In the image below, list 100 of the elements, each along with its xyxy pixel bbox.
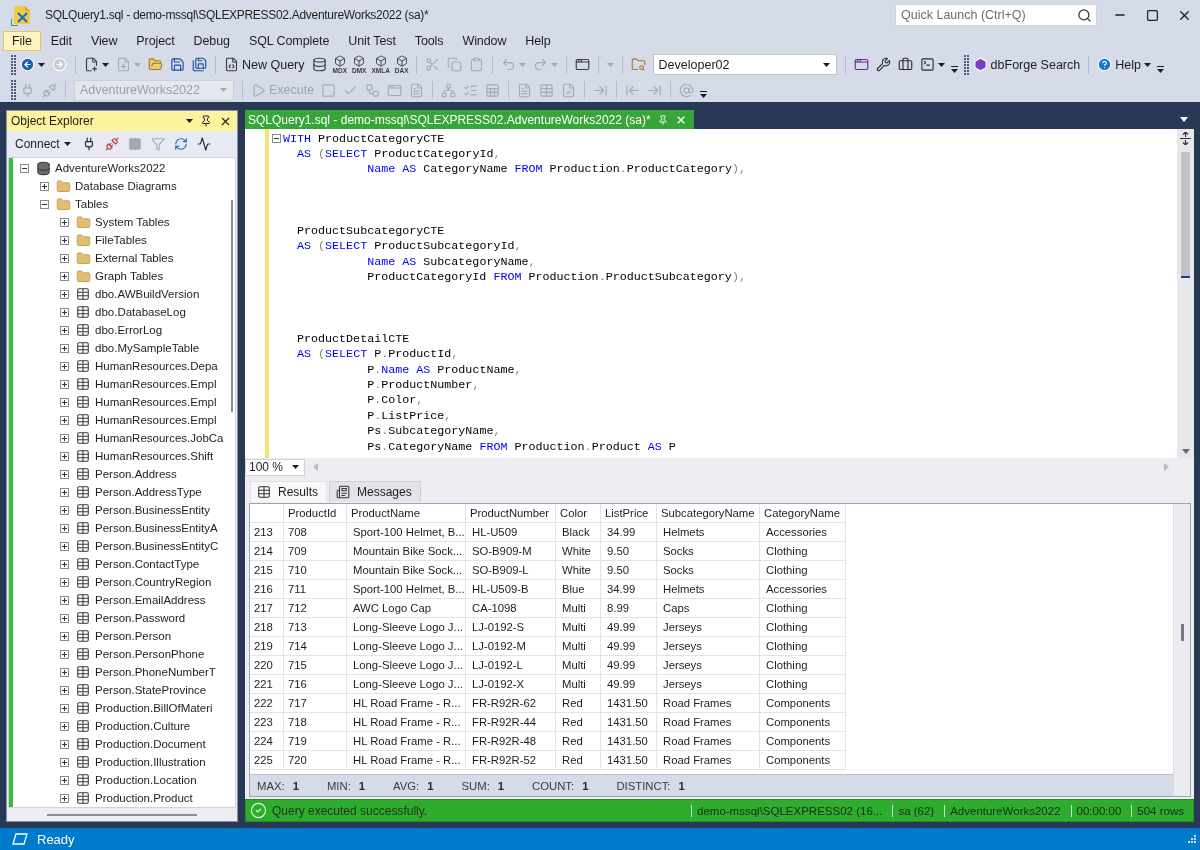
expand-icon[interactable] — [60, 361, 69, 371]
tree-item[interactable]: HumanResources.Empl — [95, 414, 217, 426]
tree-item[interactable]: dbo.ErrorLog — [95, 324, 163, 336]
vertical-scrollbar[interactable] — [1177, 129, 1194, 458]
expand-icon[interactable] — [60, 397, 69, 407]
expand-icon[interactable] — [60, 487, 69, 497]
grip-icon[interactable] — [11, 80, 16, 100]
vertical-scrollbar[interactable] — [1173, 504, 1190, 796]
tree-item[interactable]: FileTables — [95, 234, 147, 246]
panel-menu-icon[interactable] — [186, 119, 193, 123]
menu-item[interactable]: Tools — [405, 30, 453, 51]
expand-icon[interactable] — [60, 559, 69, 569]
grip-icon[interactable] — [963, 54, 969, 75]
tree-item[interactable]: Person.PhoneNumberT — [95, 666, 216, 678]
collapse-icon[interactable] — [40, 199, 49, 209]
tab-list-icon[interactable] — [1180, 117, 1188, 122]
scrollbar-thumb[interactable] — [1181, 152, 1190, 278]
expand-icon[interactable] — [60, 793, 69, 803]
expand-icon[interactable] — [60, 235, 69, 245]
tree-item[interactable]: Production.Illustration — [95, 756, 206, 768]
pulse-icon[interactable] — [196, 137, 211, 151]
expand-icon[interactable] — [60, 721, 69, 731]
expand-icon[interactable] — [60, 595, 69, 605]
menu-item[interactable]: Window — [453, 30, 516, 51]
tree-item[interactable]: HumanResources.JobCa — [95, 432, 224, 444]
tree-item[interactable]: Person.BusinessEntityA — [95, 522, 218, 534]
tree-item[interactable]: Production.Product — [95, 792, 193, 804]
collapse-icon[interactable] — [272, 134, 281, 144]
menu-item[interactable]: Unit Test — [339, 30, 405, 51]
results-tab[interactable]: Results — [250, 481, 327, 502]
tree-item[interactable]: HumanResources.Empl — [95, 378, 217, 390]
tree-item[interactable]: Person.CountryRegion — [95, 576, 212, 588]
expand-icon[interactable] — [60, 307, 69, 317]
scrollbar-thumb[interactable] — [1180, 624, 1184, 641]
scrollbar-thumb[interactable] — [47, 813, 197, 816]
expand-icon[interactable] — [60, 775, 69, 785]
tree-item[interactable]: AdventureWorks2022 — [55, 162, 166, 174]
new-query-button[interactable]: New Query — [221, 53, 308, 76]
resize-grip-icon[interactable] — [1188, 835, 1196, 843]
connect-button[interactable]: Connect — [13, 137, 73, 151]
column-header[interactable]: ListPrice — [601, 504, 657, 523]
quick-launch-field[interactable]: Quick Launch (Ctrl+Q) — [895, 4, 1097, 26]
expand-icon[interactable] — [60, 667, 69, 677]
dropdown-field[interactable]: Developer02 — [652, 54, 837, 75]
tree-item[interactable]: Person.StateProvince — [95, 684, 207, 696]
tree-item[interactable]: Production.BillOfMateri — [95, 702, 213, 714]
help-button[interactable]: Help — [1094, 53, 1154, 76]
expand-icon[interactable] — [60, 325, 69, 335]
expand-icon[interactable] — [40, 181, 49, 191]
tree-item[interactable]: Person.ContactType — [95, 558, 200, 570]
tree-item[interactable]: Person.Password — [95, 612, 186, 624]
expand-icon[interactable] — [60, 739, 69, 749]
tree-item[interactable]: HumanResources.Shift — [95, 450, 214, 462]
tree-item[interactable]: Person.PersonPhone — [95, 648, 205, 660]
expand-icon[interactable] — [60, 631, 69, 641]
column-header[interactable]: SubcategoryName — [657, 504, 760, 523]
collapse-icon[interactable] — [20, 163, 29, 173]
tree-item[interactable]: Person.Address — [95, 468, 177, 480]
expand-icon[interactable] — [60, 541, 69, 551]
expand-icon[interactable] — [60, 343, 69, 353]
tree-item[interactable]: dbo.MySampleTable — [95, 342, 200, 354]
tree-item[interactable]: Production.Culture — [95, 720, 191, 732]
tree-item[interactable]: Tables — [75, 198, 109, 210]
column-header[interactable]: ProductName — [347, 504, 466, 523]
tree-item[interactable]: Person.BusinessEntity — [95, 504, 211, 516]
tree-item[interactable]: External Tables — [95, 252, 174, 264]
tree-item[interactable]: Person.Person — [95, 630, 172, 642]
column-header[interactable]: ProductNumber — [466, 504, 556, 523]
menu-item[interactable]: View — [81, 30, 127, 51]
tree-item[interactable]: System Tables — [95, 216, 170, 228]
tree-item[interactable]: dbo.DatabaseLog — [95, 306, 186, 318]
tree-item[interactable]: HumanResources.Depa — [95, 360, 218, 372]
tree-item[interactable]: dbo.AWBuildVersion — [95, 288, 200, 300]
expand-icon[interactable] — [60, 613, 69, 623]
menu-item[interactable]: Project — [127, 30, 184, 51]
expand-icon[interactable] — [60, 469, 69, 479]
column-header[interactable]: ProductId — [284, 504, 347, 523]
expand-icon[interactable] — [60, 217, 69, 227]
tree-item[interactable]: Person.AddressType — [95, 486, 202, 498]
tree-item[interactable]: Production.Location — [95, 774, 197, 786]
expand-icon[interactable] — [60, 523, 69, 533]
tree-item[interactable]: Graph Tables — [95, 270, 164, 282]
menu-item[interactable]: Debug — [184, 30, 239, 51]
column-header[interactable]: CategoryName — [760, 504, 846, 523]
dbforge-search-button[interactable]: dbForge Search — [969, 53, 1084, 76]
tree-item[interactable]: HumanResources.Empl — [95, 396, 217, 408]
expand-icon[interactable] — [60, 271, 69, 281]
tree-item[interactable]: Database Diagrams — [75, 180, 177, 192]
unplug-icon[interactable] — [104, 137, 119, 151]
column-header[interactable]: Color — [556, 504, 601, 523]
scrollbar-thumb[interactable] — [230, 200, 233, 412]
scroll-down-icon[interactable] — [1181, 449, 1190, 454]
zoom-dropdown[interactable]: 100 % — [245, 458, 305, 476]
expand-icon[interactable] — [60, 415, 69, 425]
expand-icon[interactable] — [60, 703, 69, 713]
expand-icon[interactable] — [60, 649, 69, 659]
menu-item[interactable]: SQL Complete — [239, 30, 339, 51]
expand-icon[interactable] — [60, 757, 69, 767]
search-icon[interactable] — [1077, 7, 1092, 23]
expand-icon[interactable] — [60, 577, 69, 587]
